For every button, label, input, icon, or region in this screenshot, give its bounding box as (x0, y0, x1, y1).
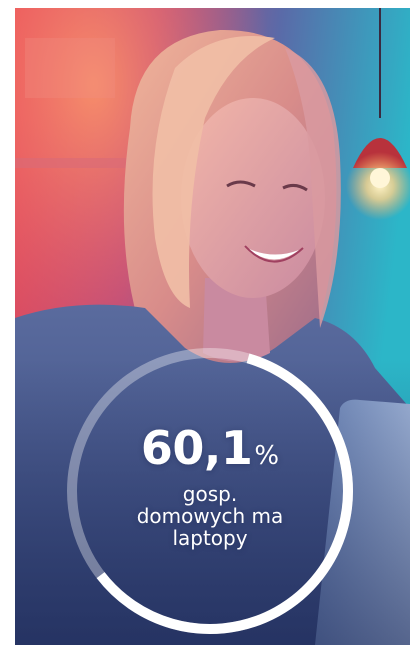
statistic-text: 60,1 % gosp. domowych ma laptopy (62, 343, 358, 639)
statistic-overlay: 60,1 % gosp. domowych ma laptopy (62, 343, 358, 639)
statistic-value: 60,1 % (141, 425, 279, 471)
statistic-number: 60,1 (140, 421, 253, 475)
stat-card: 60,1 % gosp. domowych ma laptopy (15, 8, 410, 645)
statistic-percent-sign: % (254, 441, 280, 471)
statistic-caption: gosp. domowych ma laptopy (136, 482, 284, 550)
